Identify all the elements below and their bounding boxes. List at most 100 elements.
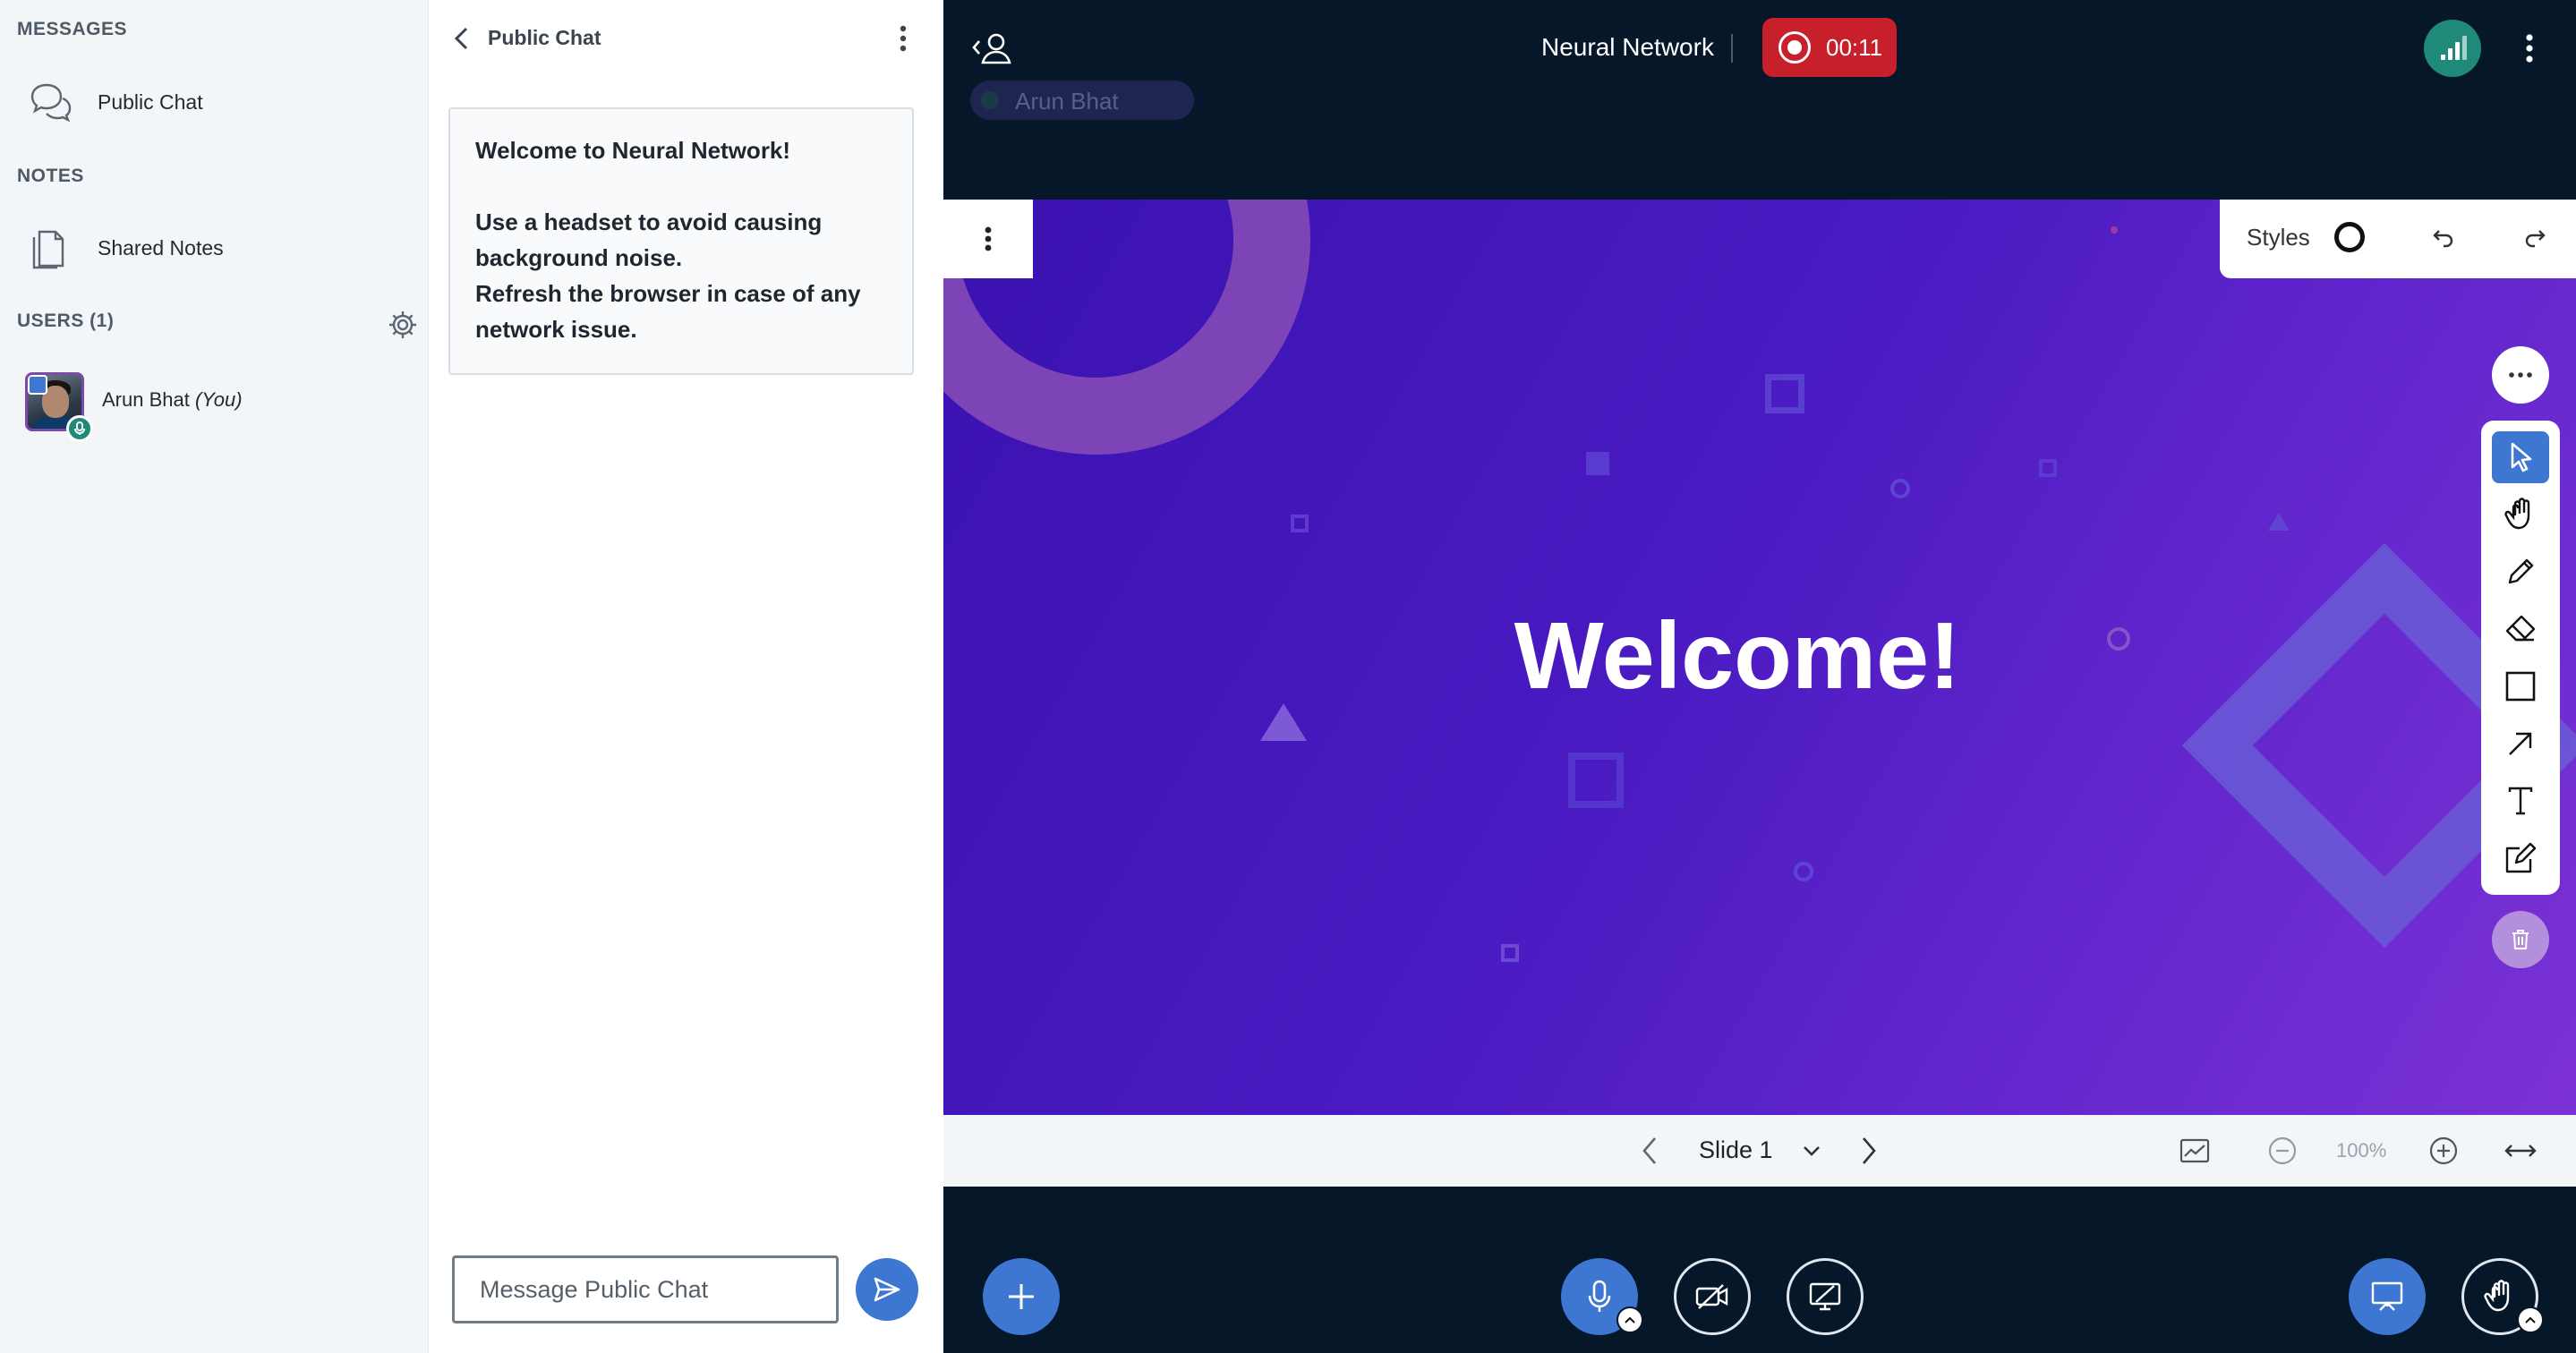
camera-off-icon [1695, 1284, 1728, 1309]
messages-heading: MESSAGES [17, 19, 128, 39]
notes-heading: NOTES [17, 166, 84, 186]
hand-icon [2484, 1280, 2510, 1312]
chat-panel: Public Chat Welcome to Neural Network! U… [428, 0, 943, 1353]
smart-layout-icon[interactable] [2177, 1133, 2213, 1169]
decor-square [1501, 944, 1519, 962]
styles-label[interactable]: Styles [2247, 224, 2310, 251]
slide-title: Welcome! [1514, 603, 1961, 709]
sidebar-item-shared-notes[interactable]: Shared Notes [0, 217, 428, 279]
options-menu-icon[interactable] [2521, 30, 2538, 66]
decor-square [1586, 452, 1609, 475]
rectangle-icon [2505, 671, 2536, 702]
next-slide-icon[interactable] [1855, 1135, 1881, 1167]
delete-button[interactable] [2492, 911, 2549, 968]
note-tool[interactable] [2492, 832, 2549, 884]
audio-options-icon[interactable] [1616, 1306, 1643, 1333]
more-vertical-icon[interactable] [894, 23, 912, 54]
signal-bars-icon [2441, 36, 2467, 60]
more-horizontal-icon [2509, 372, 2532, 378]
welcome-line-2: Use a headset to avoid causing backgroun… [475, 208, 823, 271]
welcome-meeting-name: Neural Network [611, 137, 783, 164]
camera-button[interactable] [1674, 1258, 1751, 1335]
text-tool[interactable] [2492, 775, 2549, 827]
chevron-down-icon[interactable] [1799, 1138, 1824, 1163]
presentation-slide[interactable]: Welcome! [943, 200, 2576, 1115]
eraser-icon [2505, 615, 2536, 642]
welcome-line-3: Refresh the browser in case of any netwo… [475, 280, 861, 343]
record-icon [1778, 31, 1811, 64]
decor-square [1291, 515, 1309, 532]
previous-slide-icon[interactable] [1637, 1135, 1664, 1167]
pencil-icon [2508, 558, 2534, 584]
note-icon [2505, 842, 2537, 873]
eraser-tool[interactable] [2492, 603, 2549, 655]
connection-status-button[interactable] [2424, 20, 2481, 77]
microphone-status-icon [66, 415, 93, 442]
slide-selector[interactable]: Slide 1 [1699, 1136, 1773, 1164]
welcome-message: Welcome to Neural Network! Use a headset… [448, 107, 914, 375]
trash-icon [2512, 930, 2529, 949]
user-list-sidebar: MESSAGES Public Chat NOTES Shared Notes … [0, 0, 428, 1353]
presentation-icon [2371, 1281, 2403, 1311]
decor-circle [1890, 479, 1910, 498]
rectangle-tool[interactable] [2492, 660, 2549, 712]
decor-circle [1794, 862, 1813, 881]
chat-bubbles-icon [25, 77, 75, 127]
redo-icon[interactable] [2519, 223, 2549, 253]
pan-tool[interactable] [2492, 489, 2549, 540]
slide-menu-button[interactable] [943, 200, 1033, 278]
more-tools-button[interactable] [2492, 346, 2549, 404]
pencil-tool[interactable] [2492, 546, 2549, 598]
chat-header: Public Chat [429, 0, 944, 77]
styles-toolbar: Styles [2220, 200, 2576, 278]
talking-indicator: Arun Bhat [970, 81, 1194, 120]
reactions-options-icon[interactable] [2517, 1306, 2544, 1333]
presentation-toggle-button[interactable] [2349, 1258, 2426, 1335]
plus-icon [1009, 1284, 1034, 1309]
select-icon [2511, 442, 2532, 472]
presenter-badge-icon [28, 375, 47, 395]
hand-icon [2504, 498, 2530, 530]
users-heading: USERS (1) [17, 311, 115, 331]
user-name-text: Arun Bhat [102, 388, 190, 411]
zoom-out-icon[interactable] [2265, 1133, 2300, 1169]
decor-square [2039, 459, 2057, 477]
chevron-left-icon[interactable] [448, 23, 475, 54]
talker-dot [981, 91, 999, 109]
undo-icon[interactable] [2429, 223, 2460, 253]
toggle-userlist-icon[interactable] [970, 30, 1015, 66]
recording-time: 00:11 [1826, 34, 1883, 61]
main-area: Neural Network 00:11 Arun Bhat Welcome! … [943, 0, 2576, 1353]
microphone-icon [1588, 1280, 1611, 1312]
talker-name: Arun Bhat [1015, 88, 1119, 115]
drawing-tools [2481, 421, 2560, 895]
send-message-button[interactable] [856, 1258, 918, 1321]
gear-icon[interactable] [387, 309, 419, 341]
select-tool[interactable] [2492, 431, 2549, 483]
decor-triangle [2268, 513, 2290, 531]
screen-share-button[interactable] [1787, 1258, 1864, 1335]
stroke-style-icon[interactable] [2334, 222, 2365, 252]
shared-notes-label: Shared Notes [98, 235, 224, 260]
welcome-suffix: ! [782, 137, 791, 164]
actions-button[interactable] [983, 1258, 1060, 1335]
arrow-tool[interactable] [2492, 718, 2549, 770]
send-icon [874, 1277, 900, 1302]
presentation-nav-bar: Slide 1 100% [943, 1115, 2576, 1187]
message-input[interactable] [452, 1255, 839, 1323]
title-separator [1731, 34, 1733, 63]
sidebar-item-public-chat[interactable]: Public Chat [0, 71, 428, 133]
you-label: (You) [194, 388, 243, 411]
chat-title: Public Chat [488, 26, 601, 49]
fit-width-icon[interactable] [2501, 1133, 2540, 1169]
recording-indicator[interactable]: 00:11 [1762, 18, 1897, 77]
text-icon [2508, 787, 2533, 815]
zoom-in-icon[interactable] [2426, 1133, 2461, 1169]
welcome-prefix: Welcome to [475, 137, 612, 164]
public-chat-label: Public Chat [98, 89, 203, 114]
arrow-icon [2509, 732, 2532, 755]
screen-share-off-icon [1809, 1282, 1841, 1311]
document-icon [25, 223, 75, 273]
decor-dot [2111, 226, 2118, 234]
user-list-item[interactable]: Arun Bhat (You) [0, 367, 428, 442]
